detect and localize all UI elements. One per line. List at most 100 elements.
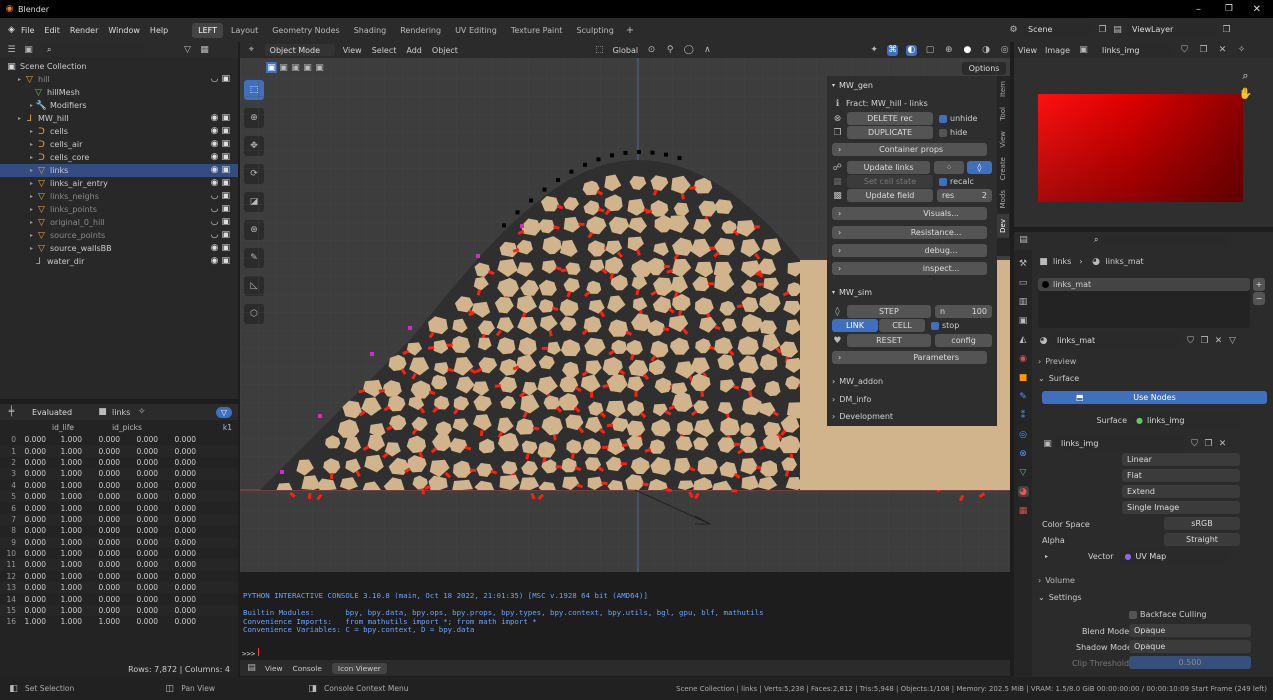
parameters-button[interactable]: › Parameters: [832, 351, 987, 364]
zoom-icon[interactable]: ⌕: [1240, 69, 1251, 82]
eye-closed-icon[interactable]: ◡: [211, 217, 219, 227]
links-visual-button[interactable]: ⁘: [934, 161, 964, 174]
outliner-item[interactable]: ▸ ▽ source_points ◡ ▣: [0, 229, 238, 242]
world-tab-icon[interactable]: ◉: [1018, 353, 1029, 364]
particles-tab-icon[interactable]: ⁑: [1018, 410, 1029, 421]
eye-icon[interactable]: ◉: [211, 139, 219, 149]
solid-shading-icon[interactable]: ●: [962, 45, 973, 56]
blend-mode-dropdown[interactable]: Opaque: [1129, 624, 1251, 637]
console-prompt[interactable]: >>>: [242, 648, 260, 658]
image-browse-icon[interactable]: ▣: [1042, 438, 1053, 449]
select-box-tool-icon[interactable]: ⬚: [244, 80, 264, 100]
reset-button[interactable]: RESET: [846, 334, 932, 347]
camera-icon[interactable]: ▣: [221, 165, 230, 175]
menu-edit[interactable]: Edit: [44, 26, 60, 35]
rendered-shading-icon[interactable]: ◎: [999, 45, 1010, 56]
fake-user-icon[interactable]: ⛉: [1189, 438, 1200, 449]
evaluated-dropdown[interactable]: Evaluated: [27, 407, 87, 418]
set-cell-state-button[interactable]: Set cell state: [847, 175, 933, 188]
config-button[interactable]: config: [935, 334, 992, 347]
duplicate-button[interactable]: DUPLICATE: [847, 126, 933, 139]
outliner-item[interactable]: ▸ ᑐ cells_core ◉ ▣: [0, 151, 238, 164]
transform-tool-icon[interactable]: ⊛: [244, 220, 264, 240]
properties-search-input[interactable]: ⌕: [1089, 234, 1229, 246]
new-image-icon[interactable]: ❐: [1198, 45, 1209, 56]
development-header[interactable]: › Development: [832, 410, 992, 423]
viewport-menu-view[interactable]: View: [343, 46, 362, 55]
transform-orientation-dropdown[interactable]: Global: [613, 46, 639, 55]
viewport-menu-select[interactable]: Select: [372, 46, 397, 55]
workspace-tab[interactable]: Texture Paint: [505, 23, 569, 38]
camera-icon[interactable]: ▣: [221, 74, 230, 84]
expand-icon[interactable]: ▸: [30, 193, 33, 200]
eye-closed-icon[interactable]: ◡: [211, 230, 219, 240]
image-menu[interactable]: Image: [1045, 46, 1070, 55]
eye-icon[interactable]: ◉: [211, 178, 219, 188]
camera-icon[interactable]: ▣: [221, 191, 230, 201]
render-tab-icon[interactable]: ▭: [1018, 277, 1029, 288]
outliner-item[interactable]: ▸ ▽ source_wallsBB ◉ ▣: [0, 242, 238, 255]
gizmo-icon[interactable]: ⌘: [887, 44, 899, 56]
workspace-tab[interactable]: Sculpting: [570, 23, 619, 38]
editor-type-icon[interactable]: ⌖: [246, 45, 257, 56]
outliner-search-input[interactable]: ⌕: [42, 44, 142, 55]
hide-checkbox[interactable]: [939, 128, 947, 137]
preview-panel[interactable]: › Preview: [1038, 354, 1270, 368]
outliner-item[interactable]: ▸ ▽ links ◉ ▣: [0, 164, 238, 177]
add-slot-button[interactable]: +: [1253, 278, 1265, 291]
proportional-icon[interactable]: ◯: [683, 45, 694, 56]
expand-icon[interactable]: ▸: [30, 154, 33, 161]
viewport-menu-object[interactable]: Object: [432, 46, 458, 55]
add-workspace-icon[interactable]: +: [626, 25, 634, 36]
editor-type-icon[interactable]: ▤: [1018, 235, 1029, 246]
editor-type-icon[interactable]: ☰: [6, 44, 17, 55]
console-tab[interactable]: Console: [293, 664, 322, 673]
surface-field[interactable]: ● links_img: [1131, 414, 1241, 427]
tool-tab-icon[interactable]: ⚒: [1018, 258, 1029, 269]
outliner-root[interactable]: ▣ Scene Collection: [0, 60, 238, 73]
display-mode-icon[interactable]: ▣: [23, 44, 34, 55]
console-tab[interactable]: View: [265, 664, 283, 673]
camera-icon[interactable]: ▣: [221, 256, 230, 266]
rotate-tool-icon[interactable]: ⟳: [244, 164, 264, 184]
outliner-item[interactable]: ▽ hillMesh: [0, 86, 238, 99]
backface-culling-checkbox[interactable]: [1129, 610, 1137, 619]
sidebar-tab[interactable]: Create: [997, 152, 1009, 185]
mw-addon-header[interactable]: › MW_addon: [832, 375, 992, 388]
editor-type-icon[interactable]: ╪: [6, 407, 17, 418]
outliner-item[interactable]: ▸ ᑐ cells_air ◉ ▣: [0, 138, 238, 151]
eye-closed-icon[interactable]: ◡: [211, 74, 219, 84]
hand-pan-icon[interactable]: ✋: [1239, 87, 1253, 100]
material-browse-icon[interactable]: ◕: [1038, 335, 1049, 346]
camera-icon[interactable]: ▣: [221, 243, 230, 253]
visuals-button[interactable]: › Visuals...: [832, 207, 987, 220]
shadow-mode-dropdown[interactable]: Opaque: [1129, 640, 1251, 653]
new-image-icon[interactable]: ❐: [1203, 438, 1214, 449]
outliner-item[interactable]: ▸ ▽ links_air_entry ◉ ▣: [0, 177, 238, 190]
camera-icon[interactable]: ▣: [221, 139, 230, 149]
unlink-material-icon[interactable]: ✕: [1213, 335, 1224, 346]
delete-rec-button[interactable]: DELETE rec: [847, 112, 933, 125]
outliner-item[interactable]: ▸ ▽ original_0_hill ◡ ▣: [0, 216, 238, 229]
cursor-tool-icon[interactable]: ⊕: [244, 108, 264, 128]
remove-slot-button[interactable]: −: [1253, 292, 1265, 305]
image-name-field[interactable]: links_img: [1097, 44, 1172, 56]
expand-icon[interactable]: ▸: [30, 128, 33, 135]
dm-info-header[interactable]: › DM_info: [832, 393, 992, 406]
eye-icon[interactable]: ◉: [211, 243, 219, 253]
snap-icon[interactable]: ⚲: [665, 45, 676, 56]
eye-icon[interactable]: ◉: [211, 256, 219, 266]
modifier-tab-icon[interactable]: ✎: [1018, 391, 1029, 402]
viewlayer-field[interactable]: ViewLayer: [1127, 23, 1217, 36]
update-links-button[interactable]: Update links: [846, 161, 931, 174]
projection-dropdown[interactable]: Flat: [1122, 469, 1240, 482]
scale-tool-icon[interactable]: ◪: [244, 192, 264, 212]
unlink-icon[interactable]: ✕: [1217, 45, 1228, 56]
data-tab-icon[interactable]: ▽: [1018, 467, 1029, 478]
console-tab[interactable]: Icon Viewer: [331, 662, 387, 674]
settings-panel[interactable]: ⌄ Settings: [1038, 590, 1082, 604]
eye-closed-icon[interactable]: ◡: [211, 191, 219, 201]
outliner-item[interactable]: ▸ ᑐ cells ◉ ▣: [0, 125, 238, 138]
maximize-icon[interactable]: ❐: [1225, 4, 1233, 14]
measure-tool-icon[interactable]: ◺: [244, 276, 264, 296]
